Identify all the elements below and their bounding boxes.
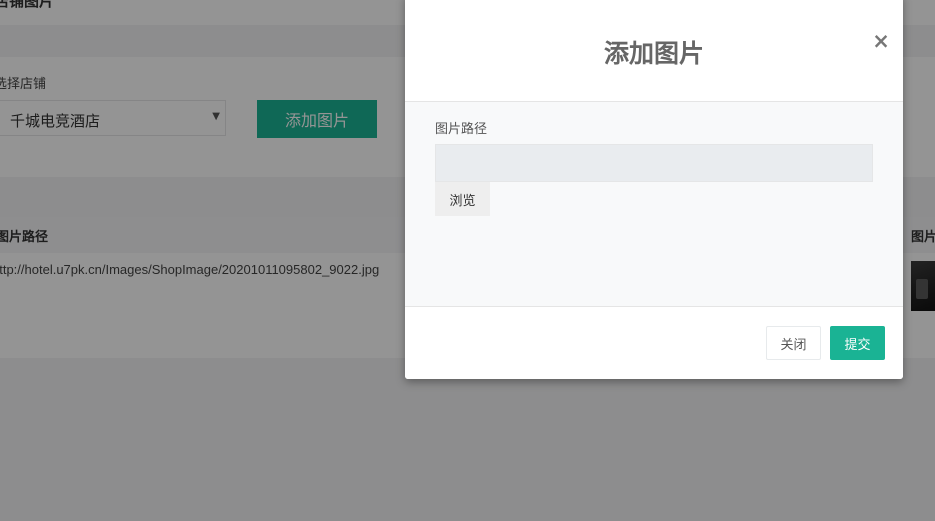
app-window: 店铺图片 选择店铺 千城电竞酒店 ▼ 添加图片 图片路径 图片 http://h… [0, 0, 935, 521]
browse-button[interactable]: 浏览 [435, 182, 490, 216]
dialog-body: 图片路径 浏览 [405, 102, 903, 306]
submit-button[interactable]: 提交 [830, 326, 885, 360]
close-button[interactable]: 关闭 [766, 326, 821, 360]
close-icon[interactable]: × [871, 29, 891, 53]
image-path-input[interactable] [435, 144, 873, 182]
dialog-header: 添加图片 × [405, 0, 903, 102]
dialog-footer: 关闭 提交 [405, 306, 903, 379]
add-image-dialog: 添加图片 × 图片路径 浏览 关闭 提交 [405, 0, 903, 379]
dialog-title: 添加图片 [603, 39, 704, 68]
image-path-label: 图片路径 [435, 122, 488, 137]
